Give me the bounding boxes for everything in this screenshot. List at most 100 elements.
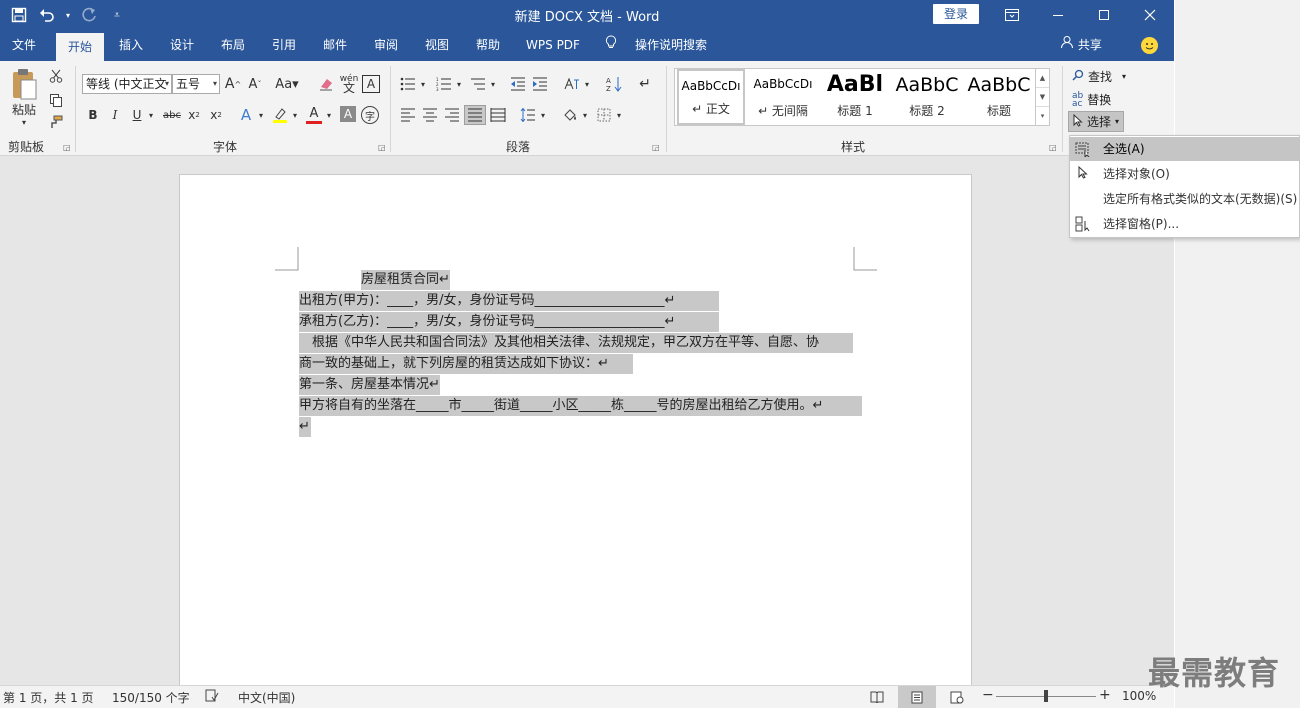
- style-title[interactable]: AaBbC 标题: [963, 69, 1035, 125]
- copy-icon[interactable]: [47, 91, 65, 109]
- tab-file[interactable]: 文件: [0, 30, 48, 61]
- zoom-slider-thumb[interactable]: [1044, 690, 1048, 702]
- multilevel-dropdown-icon[interactable]: ▾: [488, 75, 498, 93]
- doc-line[interactable]: 承租方(乙方)：____，男/女，身份证号码__________________…: [299, 312, 719, 332]
- read-mode-icon[interactable]: [858, 686, 896, 708]
- minimize-icon[interactable]: [1035, 0, 1081, 30]
- align-right-icon[interactable]: [442, 106, 462, 124]
- menu-item-select-objects[interactable]: 选择对象(O): [1070, 162, 1299, 186]
- underline-dropdown-icon[interactable]: ▾: [146, 106, 156, 124]
- numbering-icon[interactable]: 123: [434, 75, 454, 93]
- tab-help[interactable]: 帮助: [464, 30, 512, 61]
- cut-icon[interactable]: [47, 67, 65, 85]
- language-indicator[interactable]: 中文(中国): [238, 689, 295, 706]
- print-layout-icon[interactable]: [898, 686, 936, 708]
- bullets-dropdown-icon[interactable]: ▾: [418, 75, 428, 93]
- italic-icon[interactable]: I: [106, 106, 124, 124]
- style-no-spacing[interactable]: AaBbCcDı ↵ 无间隔: [747, 69, 819, 125]
- grow-font-icon[interactable]: A ^: [224, 75, 242, 93]
- decrease-indent-icon[interactable]: [508, 75, 528, 93]
- scroll-up-icon[interactable]: ▲: [1036, 69, 1049, 88]
- style-heading-1[interactable]: AaBl 标题 1: [819, 69, 891, 125]
- menu-item-selection-pane[interactable]: 选择窗格(P)...: [1070, 212, 1299, 236]
- menu-item-select-similar[interactable]: 选定所有格式类似的文本(无数据)(S): [1070, 187, 1299, 211]
- distributed-icon[interactable]: [488, 106, 508, 124]
- line-spacing-icon[interactable]: [518, 106, 538, 124]
- select-button[interactable]: 选择 ▾: [1068, 111, 1125, 132]
- font-size-combo[interactable]: 五号 ▾: [172, 74, 220, 94]
- character-border-icon[interactable]: A: [362, 75, 380, 93]
- scroll-down-icon[interactable]: ▼: [1036, 88, 1049, 107]
- word-count[interactable]: 150/150 个字: [112, 689, 190, 706]
- doc-line[interactable]: ↵: [299, 417, 311, 437]
- shading-icon[interactable]: [560, 106, 580, 124]
- styles-launcher-icon[interactable]: ◲: [1049, 143, 1057, 152]
- tab-home[interactable]: 开始: [56, 33, 104, 61]
- proofing-icon[interactable]: [205, 689, 219, 706]
- phonetic-guide-icon[interactable]: wén 文: [339, 73, 359, 95]
- share-button[interactable]: 共享: [1060, 30, 1102, 61]
- doc-line[interactable]: 出租方(甲方)：____，男/女，身份证号码__________________…: [299, 291, 719, 311]
- lightbulb-icon[interactable]: [604, 30, 618, 61]
- document-page[interactable]: [179, 174, 972, 694]
- clipboard-launcher-icon[interactable]: ◲: [63, 143, 71, 152]
- borders-icon[interactable]: [594, 106, 614, 124]
- more-styles-icon[interactable]: ▾: [1036, 107, 1049, 126]
- bold-icon[interactable]: B: [84, 106, 102, 124]
- style-heading-2[interactable]: AaBbC 标题 2: [891, 69, 963, 125]
- doc-line[interactable]: 甲方将自有的坐落在_____市_____街道_____小区_____栋_____…: [299, 396, 862, 416]
- strikethrough-icon[interactable]: abc: [162, 106, 182, 124]
- enclose-characters-icon[interactable]: 字: [361, 106, 379, 124]
- font-name-combo[interactable]: 等线 (中文正文 ▾: [82, 74, 172, 94]
- tab-design[interactable]: 设计: [158, 30, 206, 61]
- login-button[interactable]: 登录: [933, 4, 979, 24]
- align-left-icon[interactable]: [398, 106, 418, 124]
- tab-references[interactable]: 引用: [260, 30, 308, 61]
- superscript-icon[interactable]: x2: [207, 106, 225, 124]
- paragraph-launcher-icon[interactable]: ◲: [652, 143, 660, 152]
- line-spacing-dropdown-icon[interactable]: ▾: [538, 106, 548, 124]
- close-icon[interactable]: [1127, 0, 1173, 30]
- tab-layout[interactable]: 布局: [209, 30, 257, 61]
- maximize-icon[interactable]: [1081, 0, 1127, 30]
- paste-button[interactable]: 粘贴: [6, 101, 42, 117]
- underline-icon[interactable]: U: [128, 106, 146, 124]
- replace-button[interactable]: ab ac 替换: [1072, 91, 1111, 108]
- subscript-icon[interactable]: x2: [185, 106, 203, 124]
- numbering-dropdown-icon[interactable]: ▾: [454, 75, 464, 93]
- align-center-icon[interactable]: [420, 106, 440, 124]
- font-launcher-icon[interactable]: ◲: [378, 143, 386, 152]
- sort-icon[interactable]: AZ: [604, 75, 624, 93]
- menu-item-select-all[interactable]: 全选(A): [1070, 137, 1299, 161]
- show-hide-marks-icon[interactable]: ↵: [636, 75, 654, 93]
- change-case-icon[interactable]: Aa▾: [274, 75, 300, 93]
- chinese-layout-dropdown-icon[interactable]: ▾: [582, 75, 592, 93]
- clear-formatting-icon[interactable]: [316, 75, 336, 93]
- doc-line[interactable]: 根据《中华人民共和国合同法》及其他相关法律、法规规定，甲乙双方在平等、自愿、协: [299, 333, 853, 353]
- find-button[interactable]: 查找 ▾: [1072, 68, 1126, 85]
- highlight-icon[interactable]: [270, 104, 290, 126]
- tab-view[interactable]: 视图: [413, 30, 461, 61]
- web-layout-icon[interactable]: [938, 686, 976, 708]
- borders-dropdown-icon[interactable]: ▾: [614, 106, 624, 124]
- justify-icon[interactable]: [464, 105, 486, 125]
- highlight-dropdown-icon[interactable]: ▾: [290, 106, 300, 124]
- multilevel-list-icon[interactable]: [468, 75, 488, 93]
- text-effects-icon[interactable]: A: [236, 106, 256, 124]
- tab-wps-pdf[interactable]: WPS PDF: [518, 30, 588, 61]
- page-count[interactable]: 第 1 页，共 1 页: [3, 689, 94, 706]
- tab-review[interactable]: 审阅: [362, 30, 410, 61]
- doc-title-line[interactable]: 房屋租赁合同↵: [361, 270, 450, 290]
- shrink-font-icon[interactable]: Aˇ: [246, 75, 264, 93]
- doc-line[interactable]: 商一致的基础上，就下列房屋的租赁达成如下协议：↵: [299, 354, 633, 374]
- format-painter-icon[interactable]: [47, 113, 65, 131]
- shading-dropdown-icon[interactable]: ▾: [580, 106, 590, 124]
- paste-dropdown-icon[interactable]: ▾: [18, 117, 30, 127]
- chinese-layout-icon[interactable]: [562, 75, 582, 93]
- doc-line[interactable]: 第一条、房屋基本情况↵: [299, 375, 440, 395]
- increase-indent-icon[interactable]: [530, 75, 550, 93]
- style-normal[interactable]: AaBbCcDı ↵ 正文: [677, 69, 745, 125]
- text-effects-dropdown-icon[interactable]: ▾: [256, 106, 266, 124]
- ribbon-display-options-icon[interactable]: [989, 0, 1035, 30]
- zoom-out-icon[interactable]: −: [982, 687, 994, 703]
